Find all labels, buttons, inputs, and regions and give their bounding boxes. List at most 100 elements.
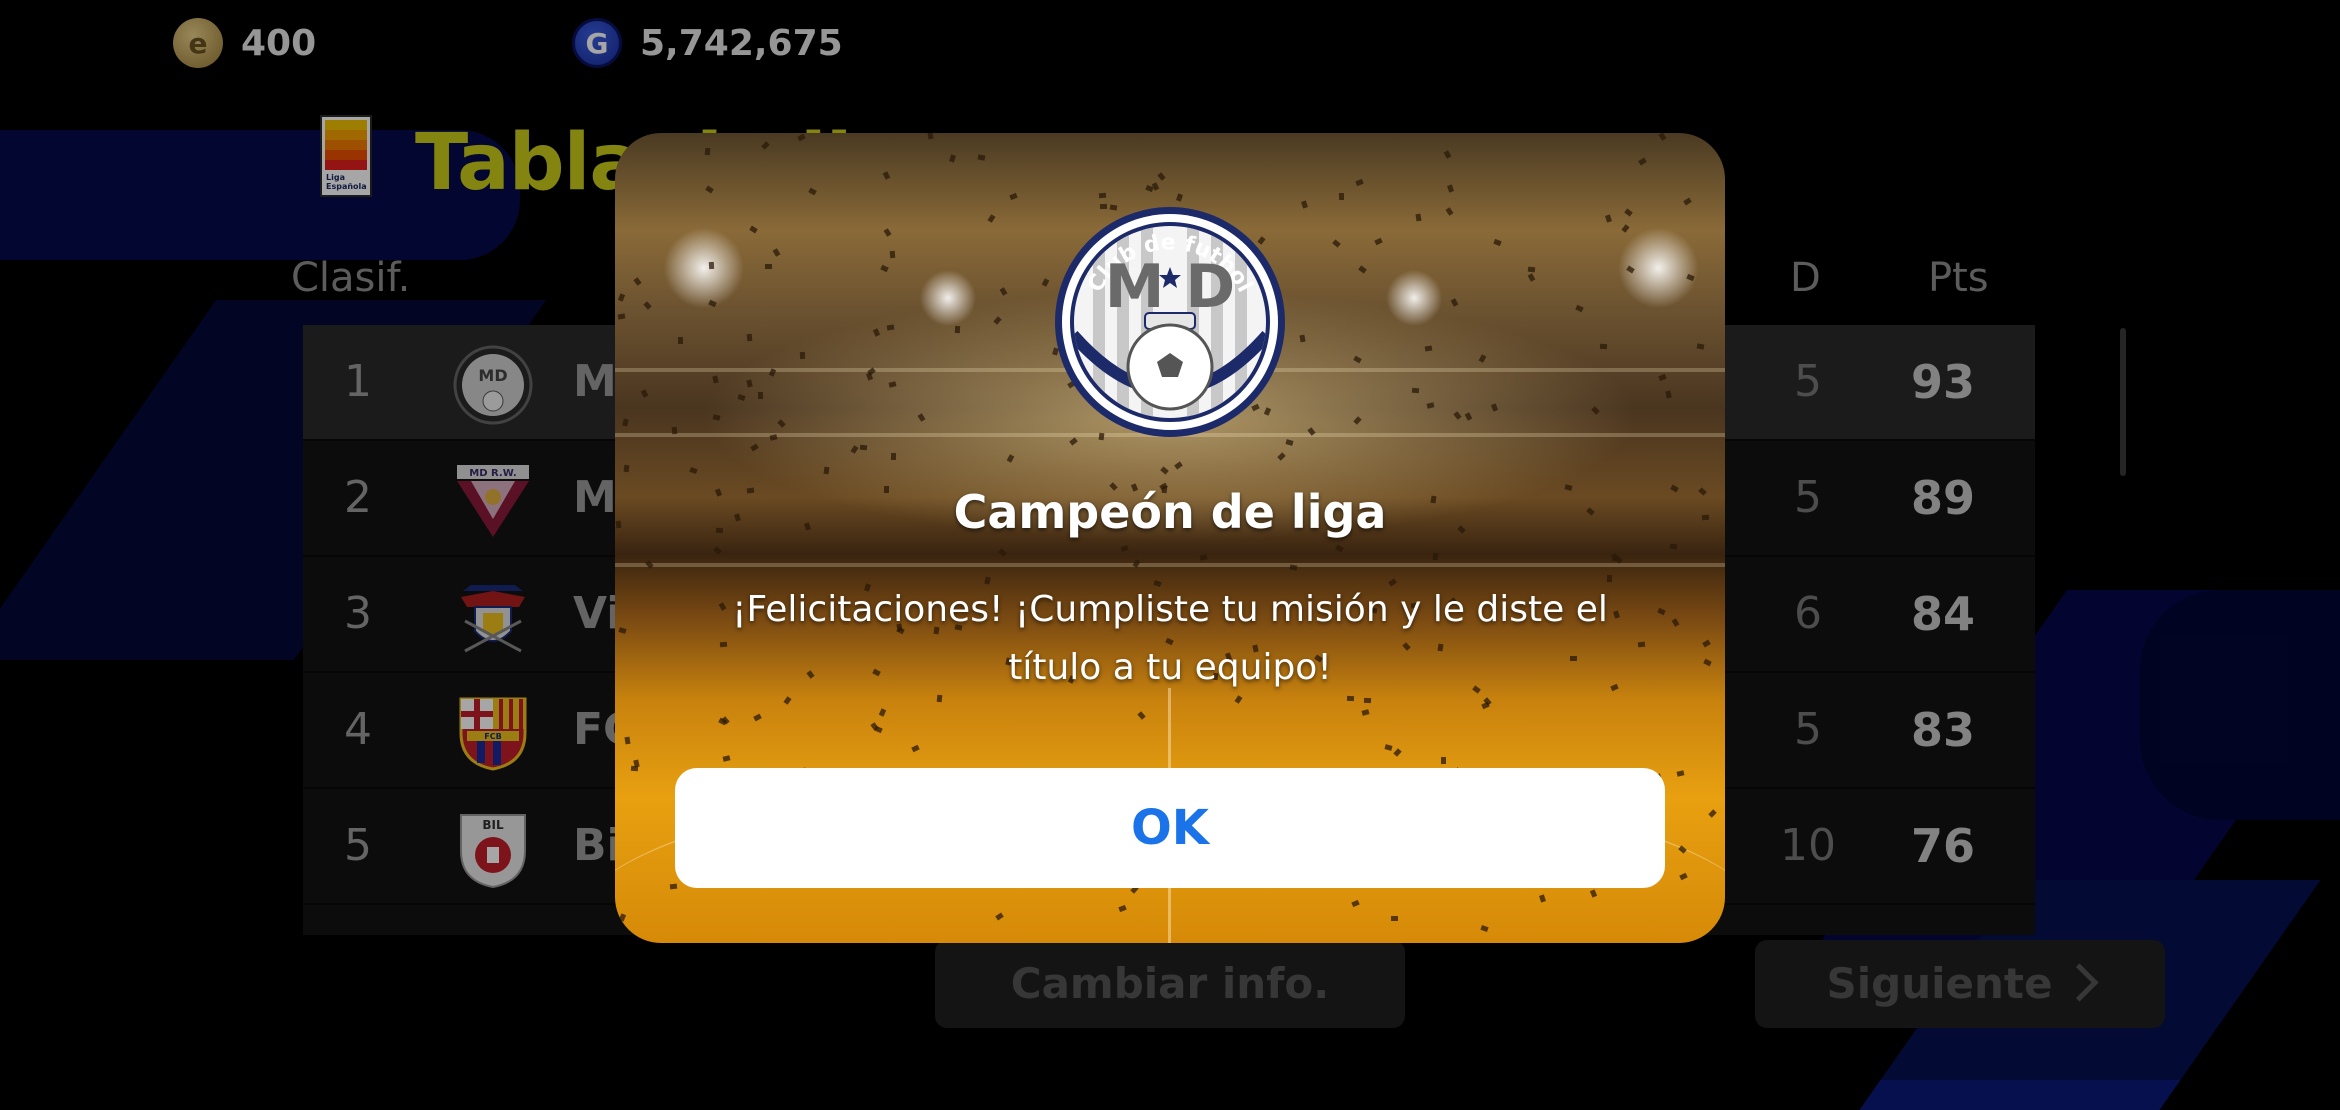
confetti-piece <box>888 381 897 388</box>
dialog-message: ¡Felicitaciones! ¡Cumpliste tu misión y … <box>732 589 1608 688</box>
confetti-piece <box>878 708 887 717</box>
confetti-piece <box>1361 709 1370 716</box>
confetti-piece <box>1599 343 1608 350</box>
confetti-piece <box>1441 757 1446 764</box>
confetti-piece <box>1446 184 1455 193</box>
confetti-piece <box>761 141 770 150</box>
confetti-piece <box>737 394 746 401</box>
confetti-piece <box>1669 543 1678 550</box>
svg-text:M D: M D <box>1105 252 1235 322</box>
confetti-piece <box>1289 564 1298 571</box>
confetti-piece <box>1591 406 1600 415</box>
confetti-piece <box>1453 411 1462 420</box>
confetti-piece <box>677 336 684 345</box>
confetti-piece <box>1157 172 1166 181</box>
confetti-piece <box>1657 607 1666 616</box>
confetti-piece <box>859 444 868 451</box>
confetti-piece <box>799 351 806 360</box>
confetti-piece <box>889 250 896 259</box>
confetti-piece <box>1432 552 1439 561</box>
club-badge-icon: Club de futbol M D <box>1055 207 1285 437</box>
confetti-piece <box>708 261 715 270</box>
confetti-piece <box>1355 178 1364 187</box>
confetti-piece <box>1363 697 1372 704</box>
confetti-piece <box>1299 334 1306 343</box>
confetti-piece <box>624 736 631 745</box>
confetti-piece <box>1490 403 1499 412</box>
confetti-piece <box>882 171 891 180</box>
confetti-piece <box>890 452 897 461</box>
confetti-piece <box>1006 454 1015 463</box>
confetti-piece <box>746 333 753 342</box>
confetti-piece <box>1712 143 1721 150</box>
confetti-piece <box>713 546 722 555</box>
confetti-piece <box>1658 373 1667 382</box>
confetti-piece <box>1708 809 1717 818</box>
confetti-piece <box>1527 266 1536 273</box>
confetti-piece <box>949 154 956 163</box>
confetti-piece <box>1443 150 1452 159</box>
dialog-title: Campeón de liga <box>953 485 1387 539</box>
confetti-piece <box>954 325 961 334</box>
confetti-piece <box>917 413 926 422</box>
confetti-piece <box>911 744 920 753</box>
confetti-piece <box>689 466 698 475</box>
confetti-piece <box>712 414 721 421</box>
confetti-piece <box>645 560 654 569</box>
confetti-piece <box>1393 748 1402 757</box>
confetti-piece <box>823 466 830 475</box>
confetti-piece <box>1658 133 1667 141</box>
confetti-piece <box>1160 466 1169 475</box>
confetti-piece <box>1665 390 1672 399</box>
confetti-piece <box>797 133 806 142</box>
confetti-piece <box>1415 213 1422 222</box>
confetti-piece <box>712 375 719 384</box>
confetti-piece <box>758 392 763 399</box>
confetti-piece <box>622 418 629 427</box>
confetti-piece <box>1277 452 1286 461</box>
confetti-piece <box>1702 639 1711 648</box>
confetti-piece <box>750 443 759 452</box>
confetti-piece <box>1353 355 1362 364</box>
confetti-piece <box>1696 343 1705 350</box>
confetti-piece <box>777 419 786 428</box>
confetti-piece <box>722 755 731 762</box>
confetti-piece <box>1199 554 1208 561</box>
confetti-piece <box>1174 461 1183 470</box>
confetti-piece <box>1391 916 1398 921</box>
confetti-piece <box>704 147 711 156</box>
confetti-piece <box>977 154 986 161</box>
confetti-piece <box>783 696 792 705</box>
ok-button[interactable]: OK <box>675 768 1665 888</box>
confetti-piece <box>669 883 678 890</box>
confetti-piece <box>1676 770 1685 777</box>
confetti-piece <box>1353 416 1362 425</box>
league-champion-dialog: Club de futbol M D Campeón de liga ¡Feli… <box>615 133 1725 943</box>
confetti-piece <box>1384 744 1393 751</box>
confetti-piece <box>1120 544 1129 553</box>
confetti-piece <box>623 464 630 473</box>
confetti-piece <box>927 133 934 140</box>
confetti-piece <box>850 445 859 454</box>
confetti-piece <box>1703 658 1712 667</box>
confetti-piece <box>1411 387 1420 394</box>
confetti-piece <box>1098 192 1107 199</box>
confetti-piece <box>1335 544 1344 553</box>
confetti-piece <box>671 426 678 435</box>
confetti-piece <box>1426 402 1435 409</box>
confetti-piece <box>768 368 777 377</box>
confetti-piece <box>1338 192 1345 201</box>
confetti-piece <box>753 713 762 722</box>
confetti-piece <box>630 765 639 772</box>
confetti-piece <box>1481 701 1490 710</box>
ok-label: OK <box>1131 800 1209 856</box>
confetti-piece <box>640 389 649 398</box>
confetti-piece <box>769 434 778 441</box>
confetti-piece <box>998 548 1007 557</box>
confetti-piece <box>765 264 772 269</box>
confetti-piece <box>1285 439 1294 446</box>
confetti-piece <box>1137 711 1146 720</box>
confetti-piece <box>746 379 753 388</box>
confetti-piece <box>1424 345 1433 352</box>
confetti-piece <box>1638 157 1647 166</box>
